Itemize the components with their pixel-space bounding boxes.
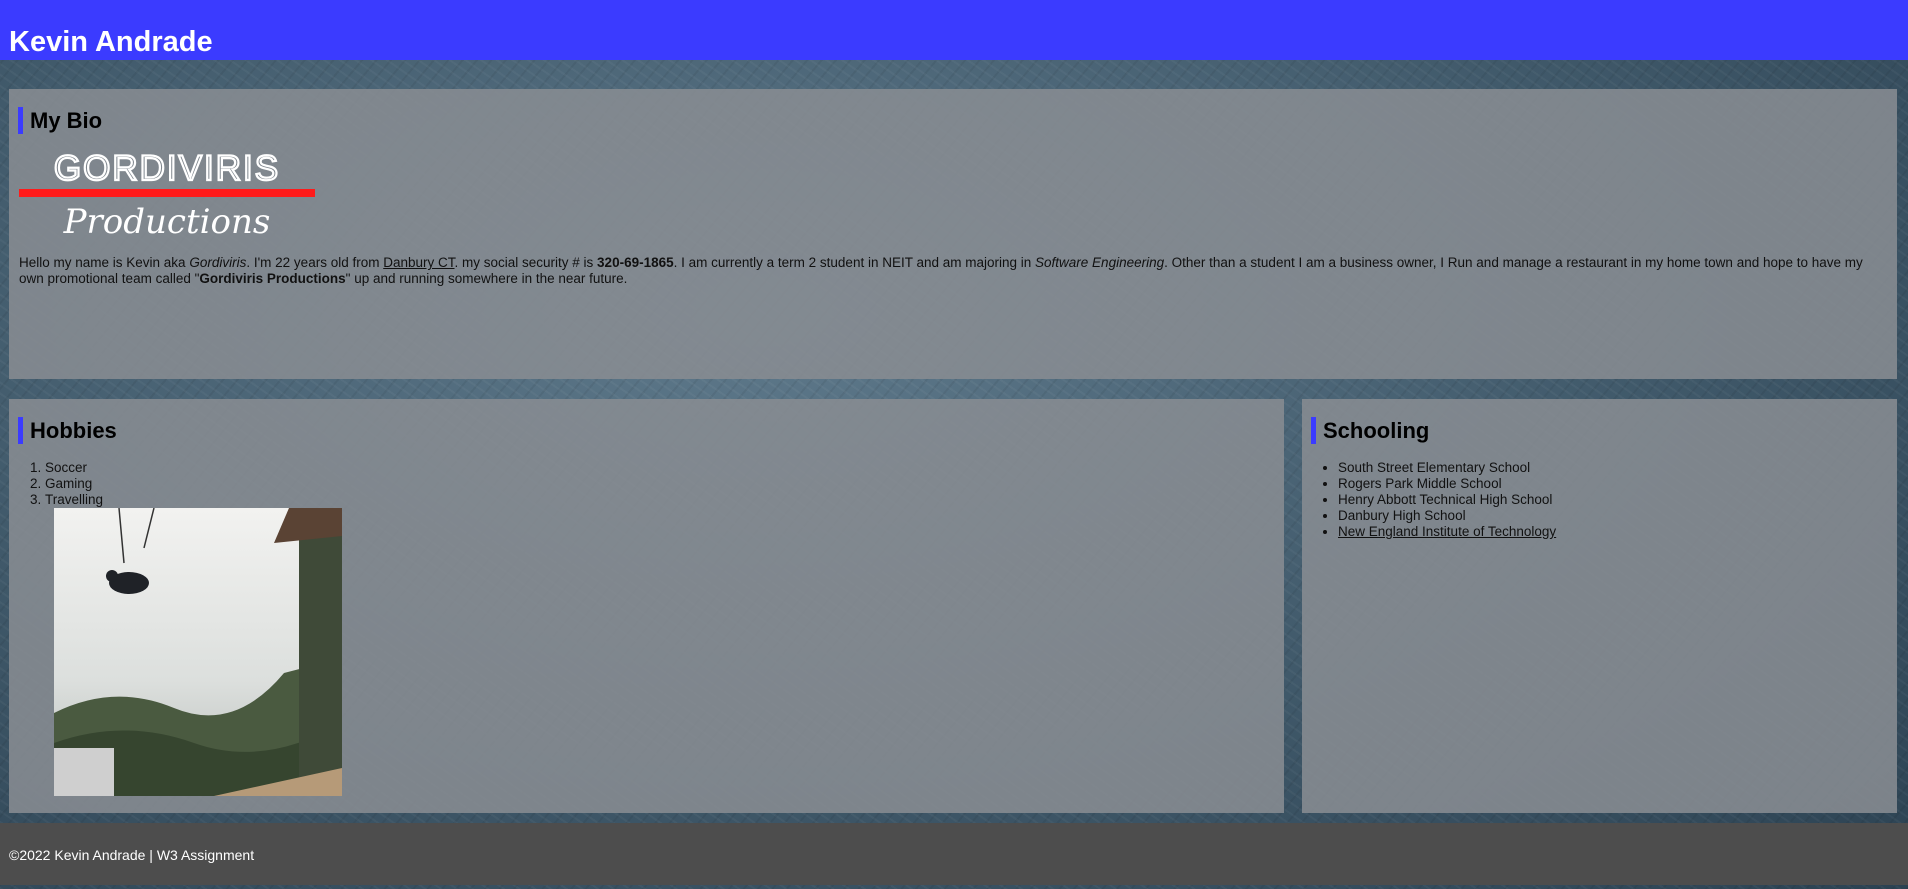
school-item: Rogers Park Middle School [1338,476,1556,492]
logo-line1: GORDIVIRIS [54,151,280,188]
bio-team: Gordiviris Productions [199,271,346,286]
bio-alias: Gordiviris [189,255,247,270]
site-header: Kevin Andrade [0,0,1908,60]
schooling-panel: Schooling South Street Elementary School… [1302,399,1897,813]
school-item: South Street Elementary School [1338,460,1556,476]
school-item: Danbury High School [1338,508,1556,524]
schooling-heading: Schooling [1311,417,1429,444]
bio-panel: My Bio GORDIVIRIS Productions Hello my n… [9,89,1897,379]
bio-paragraph: Hello my name is Kevin aka Gordiviris. I… [19,255,1863,286]
hobbies-panel: Hobbies Soccer Gaming Travelling [9,399,1284,813]
bio-heading: My Bio [18,107,102,134]
logo-line2: Productions [63,202,271,239]
hometown-link[interactable]: Danbury CT [383,255,454,270]
bio-major: Software Engineering [1035,255,1165,270]
gordiviris-logo: GORDIVIRIS Productions [19,151,315,239]
hobby-item: Soccer [45,460,103,476]
school-item: Henry Abbott Technical High School [1338,492,1556,508]
hobbies-list: Soccer Gaming Travelling [9,460,103,508]
schooling-list: South Street Elementary School Rogers Pa… [1302,460,1556,540]
school-item: New England Institute of Technology [1338,524,1556,540]
footer-text: ©2022 Kevin Andrade | W3 Assignment [9,847,255,863]
hobby-item: Gaming [45,476,103,492]
hobby-item: Travelling [45,492,103,508]
site-footer: ©2022 Kevin Andrade | W3 Assignment [0,823,1908,885]
bio-ssn: 320-69-1865 [597,255,674,270]
site-title: Kevin Andrade [9,26,213,58]
logo-red-bar [19,189,315,197]
neit-link[interactable]: New England Institute of Technology [1338,524,1556,539]
hobbies-heading: Hobbies [18,417,117,444]
swing-photo [54,508,342,796]
